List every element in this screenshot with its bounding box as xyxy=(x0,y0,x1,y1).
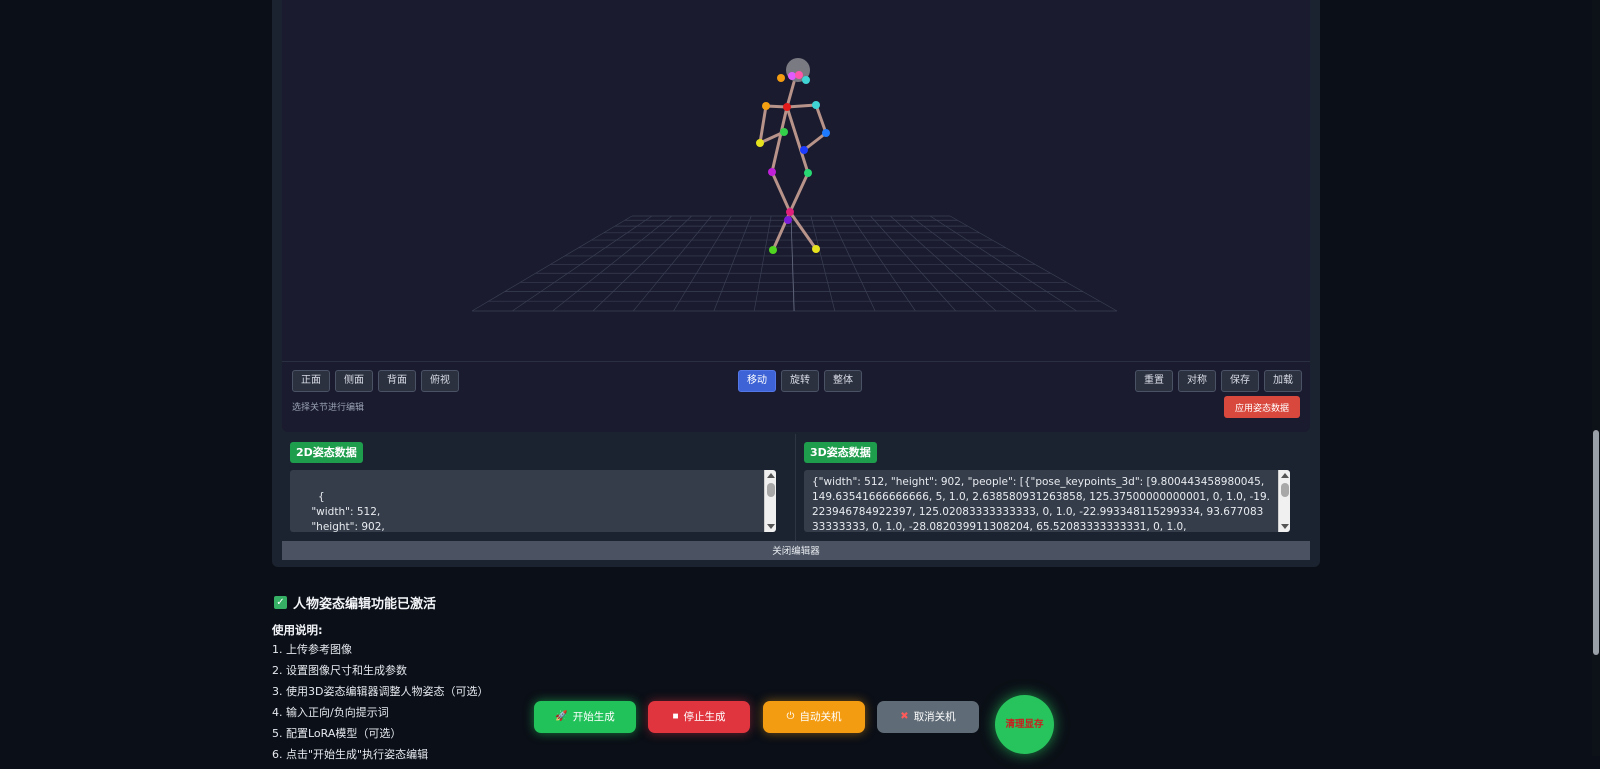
usage-step: 3. 使用3D姿态编辑器调整人物姿态（可选） xyxy=(272,685,489,698)
scroll-thumb[interactable] xyxy=(1281,483,1289,497)
start-generate-button[interactable]: 🚀 开始生成 xyxy=(534,701,636,733)
floor-grid xyxy=(471,215,1118,312)
start-generate-label: 开始生成 xyxy=(572,711,615,723)
pose-2d-panel: 2D姿态数据 { "width": 512, "height": 902, "p… xyxy=(282,434,796,542)
view-back-button[interactable]: 背面 xyxy=(378,370,416,392)
view-top-button[interactable]: 俯视 xyxy=(421,370,459,392)
reset-button[interactable]: 重置 xyxy=(1135,370,1173,392)
usage-steps: 1. 上传参考图像 2. 设置图像尺寸和生成参数 3. 使用3D姿态编辑器调整人… xyxy=(272,643,488,769)
stop-generate-label: 停止生成 xyxy=(683,711,726,723)
pose-2d-textarea[interactable]: { "width": 512, "height": 902, "people":… xyxy=(290,470,776,532)
usage-title: 使用说明: xyxy=(272,623,323,637)
pose-3d-title: 3D姿态数据 xyxy=(804,442,877,463)
scroll-down-icon[interactable] xyxy=(1281,524,1289,529)
power-icon: ⏻ xyxy=(786,711,795,722)
scroll-thumb[interactable] xyxy=(767,483,775,497)
save-button[interactable]: 保存 xyxy=(1221,370,1259,392)
usage-step: 6. 点击"开始生成"执行姿态编辑 xyxy=(272,748,429,761)
page-scroll-thumb[interactable] xyxy=(1593,430,1599,655)
pose-3d-content: {"width": 512, "height": 902, "people": … xyxy=(812,476,1271,532)
pose-3d-panel: 3D姿态数据 {"width": 512, "height": 902, "pe… xyxy=(796,434,1310,542)
scroll-up-icon[interactable] xyxy=(767,473,775,478)
mirror-button[interactable]: 对称 xyxy=(1178,370,1216,392)
rocket-icon: 🚀 xyxy=(555,711,568,722)
auto-shutdown-label: 自动关机 xyxy=(799,711,842,723)
skeleton-joints xyxy=(756,71,830,254)
pose-2d-title: 2D姿态数据 xyxy=(290,442,363,463)
view-side-button[interactable]: 侧面 xyxy=(335,370,373,392)
clean-memory-button[interactable]: 清理显存 xyxy=(995,695,1054,754)
pose-3d-textarea[interactable]: {"width": 512, "height": 902, "people": … xyxy=(804,470,1290,532)
check-icon: ✓ xyxy=(274,595,287,609)
scroll-up-icon[interactable] xyxy=(1281,473,1289,478)
apply-pose-button[interactable]: 应用姿态数据 xyxy=(1224,396,1300,418)
activation-text: 人物姿态编辑功能已激活 xyxy=(293,596,437,612)
usage-step: 1. 上传参考图像 xyxy=(272,643,352,656)
cancel-shutdown-label: 取消关机 xyxy=(913,711,956,723)
editor-toolbar: 正面 侧面 背面 俯视 移动 旋转 整体 重置 对称 保存 加载 选择关节进行编… xyxy=(282,362,1310,432)
usage-step: 5. 配置LoRA模型（可选） xyxy=(272,727,402,740)
3d-viewport[interactable] xyxy=(282,0,1310,362)
pose-3d-scene[interactable] xyxy=(282,0,1310,362)
pose-3d-scrollbar[interactable] xyxy=(1278,470,1290,532)
mode-move-button[interactable]: 移动 xyxy=(738,370,776,392)
usage-step: 4. 输入正向/负向提示词 xyxy=(272,706,389,719)
close-icon: ✖ xyxy=(900,711,909,722)
load-button[interactable]: 加载 xyxy=(1264,370,1302,392)
stop-generate-button[interactable]: ■ 停止生成 xyxy=(648,701,750,733)
view-front-button[interactable]: 正面 xyxy=(292,370,330,392)
cancel-shutdown-button[interactable]: ✖ 取消关机 xyxy=(877,701,979,733)
auto-shutdown-button[interactable]: ⏻ 自动关机 xyxy=(763,701,865,733)
usage-step: 2. 设置图像尺寸和生成参数 xyxy=(272,664,407,677)
scroll-down-icon[interactable] xyxy=(767,524,775,529)
pose-2d-scrollbar[interactable] xyxy=(764,470,776,532)
page-scrollbar[interactable] xyxy=(1592,0,1600,756)
selection-hint: 选择关节进行编辑 xyxy=(292,403,365,413)
mode-rotate-button[interactable]: 旋转 xyxy=(781,370,819,392)
close-editor-button[interactable]: 关闭编辑器 xyxy=(282,541,1310,560)
activation-status: ✓ 人物姿态编辑功能已激活 xyxy=(274,592,436,612)
pose-editor-card: 正面 侧面 背面 俯视 移动 旋转 整体 重置 对称 保存 加载 选择关节进行编… xyxy=(272,0,1320,567)
stop-icon: ■ xyxy=(672,711,679,722)
mode-whole-button[interactable]: 整体 xyxy=(824,370,862,392)
pose-2d-content: { "width": 512, "height": 902, "people":… xyxy=(311,491,385,532)
